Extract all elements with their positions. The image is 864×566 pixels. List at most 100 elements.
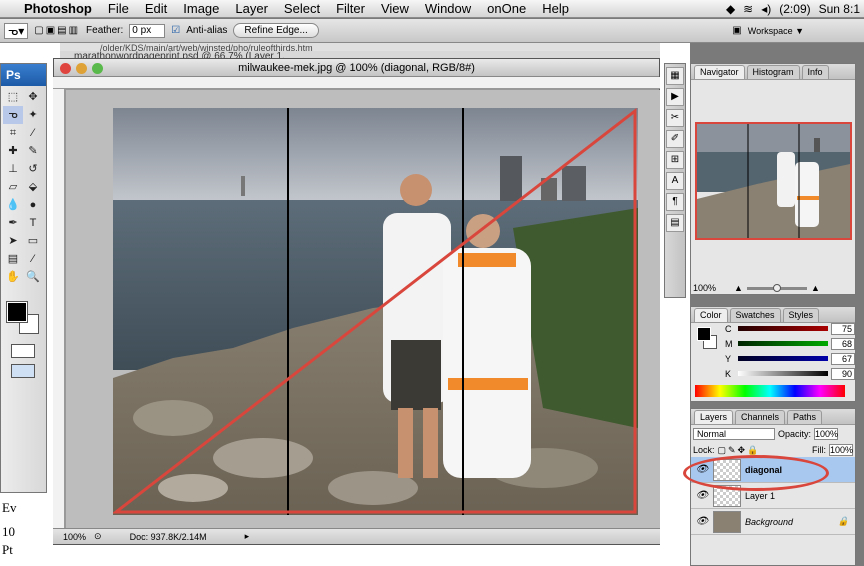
color-spectrum-bar[interactable] (695, 385, 845, 397)
dodge-tool-icon[interactable]: ● (23, 196, 43, 214)
dock-actions-icon[interactable]: ▶ (666, 88, 684, 106)
battery-status[interactable]: (2:09) (779, 2, 810, 16)
dock-brushes-icon[interactable]: ✐ (666, 130, 684, 148)
menu-file[interactable]: File (100, 0, 137, 18)
foreground-color-swatch[interactable] (6, 301, 28, 323)
tab-navigator[interactable]: Navigator (694, 65, 745, 79)
refine-edge-button[interactable]: Refine Edge... (233, 23, 319, 38)
layer-name: Background (745, 516, 794, 527)
antialias-checkbox[interactable]: ☑ (171, 25, 180, 36)
quick-mask-icon[interactable] (11, 344, 35, 358)
magic-wand-icon[interactable]: ✦ (23, 106, 43, 124)
eye-icon[interactable]: 👁 (695, 490, 709, 501)
navigator-thumbnail[interactable] (695, 122, 852, 240)
dock-character-icon[interactable]: A (666, 172, 684, 190)
app-menu[interactable]: Photoshop (16, 0, 100, 18)
eye-icon[interactable]: 👁 (695, 516, 709, 527)
channel-y-slider[interactable] (738, 356, 828, 361)
dropbox-icon[interactable]: ◆ (726, 2, 735, 16)
clock[interactable]: Sun 8:1 (819, 2, 860, 16)
history-brush-icon[interactable]: ↺ (23, 160, 43, 178)
dock-history-icon[interactable]: ▦ (666, 67, 684, 85)
zoom-out-icon[interactable]: ▲ (734, 283, 743, 293)
minimize-icon[interactable] (76, 63, 87, 74)
lock-icons[interactable]: ▢✎✥🔒 (718, 445, 761, 456)
screen-mode-icon[interactable] (11, 364, 35, 378)
zoom-slider[interactable] (746, 283, 807, 292)
color-foreground-swatch[interactable] (697, 327, 711, 341)
tab-layers[interactable]: Layers (694, 410, 734, 424)
menu-edit[interactable]: Edit (137, 0, 175, 18)
channel-k-slider[interactable] (738, 371, 828, 376)
channel-m-value[interactable]: 68 (831, 337, 855, 350)
layer-row-background[interactable]: 👁 Background 🔒 (691, 509, 855, 535)
bucket-icon[interactable]: ⬙ (23, 178, 43, 196)
volume-icon[interactable]: ◂) (761, 2, 771, 16)
tab-styles[interactable]: Styles (782, 308, 820, 322)
tab-paths[interactable]: Paths (787, 410, 823, 424)
zoom-icon[interactable] (92, 63, 103, 74)
navigator-zoom[interactable]: 100% (693, 283, 716, 293)
eyedropper2-icon[interactable]: ⁄ (23, 250, 43, 268)
selection-mode-icons[interactable]: ▢▣▤▥ (34, 25, 80, 36)
menu-image[interactable]: Image (175, 0, 227, 18)
dock-tool-presets-icon[interactable]: ✂ (666, 109, 684, 127)
bridge-icon[interactable]: ▣ (732, 25, 741, 36)
zoom-level[interactable]: 100% (63, 532, 86, 542)
menu-view[interactable]: View (373, 0, 417, 18)
notes-tool-icon[interactable]: ▤ (3, 250, 23, 268)
dock-paragraph-icon[interactable]: ¶ (666, 193, 684, 211)
document-titlebar[interactable]: milwaukee-mek.jpg @ 100% (diagonal, RGB/… (54, 59, 659, 77)
menu-help[interactable]: Help (534, 0, 577, 18)
menu-onone[interactable]: onOne (479, 0, 534, 18)
ruler-vertical[interactable] (53, 89, 65, 529)
tab-channels[interactable]: Channels (735, 410, 786, 424)
eyedropper-icon[interactable]: ⁄ (23, 124, 43, 142)
menu-select[interactable]: Select (276, 0, 328, 18)
healing-brush-icon[interactable]: ✚ (3, 142, 23, 160)
channel-c-value[interactable]: 75 (831, 322, 855, 335)
wifi-icon[interactable]: ≋ (743, 2, 753, 16)
photo-canvas[interactable] (113, 108, 638, 515)
layers-panel: Layers Channels Paths Normal Opacity: 10… (683, 408, 856, 566)
marquee-tool-icon[interactable]: ⬚ (3, 88, 23, 106)
type-tool-icon[interactable]: T (23, 214, 43, 232)
ruler-horizontal[interactable] (53, 77, 660, 89)
menu-filter[interactable]: Filter (328, 0, 373, 18)
brush-tool-icon[interactable]: ✎ (23, 142, 43, 160)
dock-clone-icon[interactable]: ⊞ (666, 151, 684, 169)
shape-tool-icon[interactable]: ▭ (23, 232, 43, 250)
channel-m-slider[interactable] (738, 341, 828, 346)
doc-info[interactable]: Doc: 937.8K/2.14M (130, 532, 207, 542)
menu-layer[interactable]: Layer (227, 0, 276, 18)
tab-histogram[interactable]: Histogram (746, 65, 800, 79)
lasso-tool-icon[interactable]: ᓀ (3, 106, 23, 124)
tab-color[interactable]: Color (694, 308, 728, 322)
zoom-tool-icon[interactable]: 🔍 (23, 268, 43, 286)
fill-input[interactable]: 100% (829, 444, 853, 456)
status-arrow-icon[interactable]: ▸ (245, 531, 250, 542)
blur-tool-icon[interactable]: 💧 (3, 196, 23, 214)
move-tool-icon[interactable]: ✥ (23, 88, 43, 106)
blend-mode-select[interactable]: Normal (693, 428, 775, 440)
tab-info[interactable]: Info (801, 65, 829, 79)
feather-input[interactable]: 0 px (129, 23, 166, 38)
hand-tool-icon[interactable]: ✋ (3, 268, 23, 286)
eraser-icon[interactable]: ▱ (3, 178, 23, 196)
tab-swatches[interactable]: Swatches (729, 308, 781, 322)
path-select-icon[interactable]: ➤ (3, 232, 23, 250)
opacity-input[interactable]: 100% (814, 428, 838, 440)
pen-tool-icon[interactable]: ✒ (3, 214, 23, 232)
status-icon[interactable]: ⊙ (94, 531, 102, 542)
dock-notes-icon[interactable]: ▤ (666, 214, 684, 232)
channel-y-value[interactable]: 67 (831, 352, 855, 365)
close-icon[interactable] (60, 63, 71, 74)
stamp-tool-icon[interactable]: ⊥ (3, 160, 23, 178)
lasso-tool-preset-icon[interactable]: ᓀ▾ (4, 22, 29, 39)
channel-c-slider[interactable] (738, 326, 828, 331)
channel-k-value[interactable]: 90 (831, 367, 855, 380)
menu-window[interactable]: Window (417, 0, 479, 18)
zoom-in-icon[interactable]: ▲ (811, 283, 820, 293)
workspace-button[interactable]: Workspace ▼ (748, 26, 804, 36)
crop-tool-icon[interactable]: ⌗ (3, 124, 23, 142)
